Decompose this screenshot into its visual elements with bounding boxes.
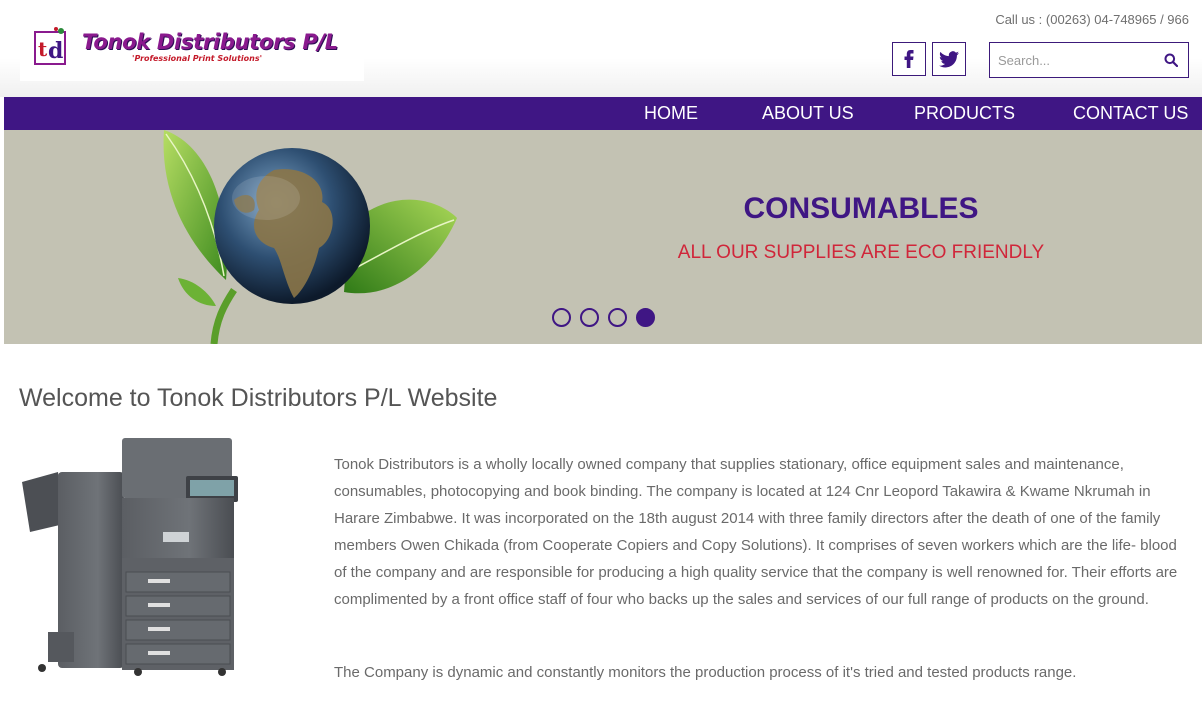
hero-title: CONSUMABLES	[743, 192, 979, 225]
company-paragraph: The Company is dynamic and constantly mo…	[334, 664, 1077, 681]
twitter-button[interactable]	[932, 42, 966, 76]
nav-item-products[interactable]: PRODUCTS	[914, 97, 1015, 130]
site-header: t d Tonok Distributors P/L 'Professional…	[0, 0, 1202, 97]
slide-dot-4[interactable]	[636, 308, 655, 327]
logo-name: Tonok Distributors P/L	[82, 30, 338, 54]
globe-leaf-image	[163, 130, 457, 344]
slide-dot-1[interactable]	[552, 308, 571, 327]
slide-dot-2[interactable]	[580, 308, 599, 327]
search-box	[989, 42, 1189, 78]
nav-item-home[interactable]: HOME	[644, 97, 698, 130]
company-logo[interactable]: t d Tonok Distributors P/L 'Professional…	[20, 20, 364, 81]
nav-item-contact-us[interactable]: CONTACT US	[1073, 97, 1188, 130]
main-navigation: HOME ABOUT US PRODUCTS CONTACT US	[4, 97, 1202, 130]
page-title: Welcome to Tonok Distributors P/L Websit…	[19, 384, 498, 412]
slide-dot-3[interactable]	[608, 308, 627, 327]
hero-subtitle: ALL OUR SUPPLIES ARE ECO FRIENDLY	[677, 242, 1045, 263]
svg-text:d: d	[48, 38, 63, 64]
photocopier-image	[22, 438, 238, 676]
facebook-icon	[904, 50, 914, 68]
hero-slider: CONSUMABLES ALL OUR SUPPLIES ARE ECO FRI…	[4, 130, 1202, 344]
twitter-icon	[939, 50, 959, 67]
svg-text:t: t	[38, 37, 48, 61]
call-us-text: Call us : (00263) 04-748965 / 966	[995, 12, 1189, 27]
search-icon[interactable]	[1164, 53, 1178, 67]
logo-tagline: 'Professional Print Solutions'	[132, 54, 263, 63]
logo-mark-icon: t d	[34, 27, 66, 65]
search-input[interactable]	[998, 43, 1158, 77]
nav-item-about-us[interactable]: ABOUT US	[762, 97, 854, 130]
intro-paragraph: Tonok Distributors is a wholly locally o…	[334, 456, 1178, 608]
facebook-button[interactable]	[892, 42, 926, 76]
